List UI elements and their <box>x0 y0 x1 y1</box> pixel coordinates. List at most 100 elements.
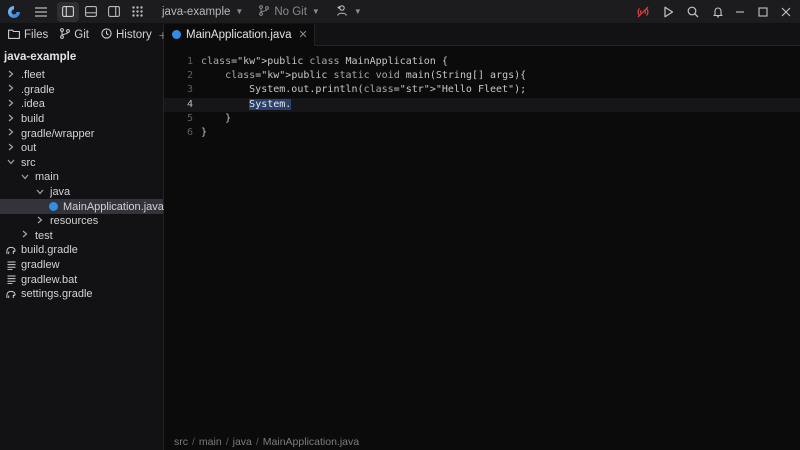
code-editor[interactable]: 1 class="kw">public class MainApplication… <box>164 46 800 432</box>
breadcrumb-item[interactable]: java <box>233 436 252 448</box>
window-controls <box>729 0 800 24</box>
tree-item[interactable]: src <box>0 156 163 171</box>
git-branch-icon <box>259 4 270 19</box>
chevron-right-icon <box>6 99 16 110</box>
gradle-elephant-icon <box>6 245 16 255</box>
title-bar: java-example ▼ No Git ▼ ▼ <box>0 0 800 24</box>
breadcrumb-separator: / <box>192 436 195 448</box>
git-branch-label: No Git <box>274 5 307 18</box>
run-icon[interactable] <box>657 2 679 22</box>
code-line[interactable]: 4 System. <box>164 97 800 112</box>
code-text: class="kw">public static void main(Strin… <box>225 70 527 82</box>
fleet-logo-icon[interactable] <box>3 2 25 22</box>
chevron-right-icon <box>6 143 16 154</box>
broadcast-icon[interactable] <box>632 2 654 22</box>
tree-item[interactable]: test <box>0 229 163 244</box>
add-user-dropdown[interactable]: ▼ <box>330 2 368 22</box>
toggle-left-panel-icon[interactable] <box>57 1 79 22</box>
editor-tab-label: MainApplication.java <box>186 28 292 41</box>
tree-item[interactable]: gradlew <box>0 258 163 273</box>
line-number: 4 <box>186 98 193 110</box>
tree-item[interactable]: build.gradle <box>0 243 163 258</box>
close-window-icon[interactable] <box>775 0 797 24</box>
breadcrumb-separator: / <box>225 436 229 448</box>
text-file-icon <box>6 275 16 285</box>
notifications-bell-icon[interactable] <box>707 2 729 22</box>
git-branch-dropdown[interactable]: No Git ▼ <box>253 2 326 22</box>
code-line[interactable]: 2 class="kw">public static void main(Str… <box>164 69 800 83</box>
code-text: System. <box>249 98 292 110</box>
editor-tab-bar: MainApplication.java ✕ <box>164 23 800 46</box>
tree-item-label: java <box>50 186 71 199</box>
maximize-icon[interactable] <box>752 0 774 24</box>
apps-grid-icon[interactable] <box>126 2 148 22</box>
project-switcher-label: java-example <box>162 5 231 18</box>
chevron-right-icon <box>20 230 30 241</box>
line-number: 1 <box>186 56 193 67</box>
tab-git[interactable]: Git <box>55 25 94 45</box>
code-line[interactable]: 6} <box>164 126 800 140</box>
tree-item-label: out <box>21 142 37 155</box>
tree-item-label: MainApplication.java <box>63 200 164 213</box>
tree-item[interactable]: resources <box>0 214 163 229</box>
titlebar-actions <box>632 2 729 22</box>
line-number: 6 <box>186 127 193 138</box>
git-branch-icon <box>60 28 71 42</box>
toggle-bottom-panel-icon[interactable] <box>80 2 102 22</box>
code-line[interactable]: 1 class="kw">public class MainApplication… <box>164 55 800 69</box>
line-number: 5 <box>186 112 193 124</box>
tree-item[interactable]: gradlew.bat <box>0 272 163 287</box>
tree-item-label: gradle/wrapper <box>21 127 95 140</box>
tab-main-application[interactable]: MainApplication.java ✕ <box>164 23 315 46</box>
tree-item-label: test <box>35 229 53 242</box>
chevron-down-icon <box>6 157 16 168</box>
chevron-down-icon: ▼ <box>235 7 244 16</box>
tree-item-label: settings.gradle <box>21 288 93 301</box>
chevron-right-icon <box>6 128 16 139</box>
tree-item[interactable]: .fleet <box>0 68 163 83</box>
tree-item[interactable]: .idea <box>0 97 163 112</box>
tree-item[interactable]: .gradle <box>0 83 163 98</box>
tree-item-label: gradlew.bat <box>21 273 78 286</box>
tree-item[interactable]: main <box>0 170 163 185</box>
chevron-down-icon <box>35 187 45 198</box>
chevron-down-icon: ▼ <box>353 7 362 16</box>
minimize-icon[interactable] <box>729 0 751 24</box>
tree-item-label: main <box>35 171 59 184</box>
breadcrumb-item[interactable]: src <box>174 436 188 448</box>
history-clock-icon <box>101 28 112 42</box>
tab-history[interactable]: History <box>96 25 157 45</box>
breadcrumb: src / main / java / MainApplication.java <box>174 436 359 448</box>
code-line[interactable]: 5 } <box>164 112 800 126</box>
tree-item[interactable]: MainApplication.java <box>0 199 164 214</box>
sidebar-tabs: Files Git History + <box>0 24 167 46</box>
chevron-right-icon <box>6 70 16 81</box>
code-text: class="kw">public class MainApplication … <box>201 56 448 67</box>
tab-files[interactable]: Files <box>3 25 53 45</box>
tree-item[interactable]: gradle/wrapper <box>0 126 163 141</box>
tab-history-label: History <box>115 29 152 41</box>
tree-item[interactable]: build <box>0 112 163 127</box>
main-menu-icon[interactable] <box>30 2 52 22</box>
line-number: 2 <box>186 70 193 82</box>
tree-item[interactable]: java <box>0 185 163 200</box>
close-tab-icon[interactable]: ✕ <box>298 28 307 41</box>
gradle-elephant-icon <box>6 289 16 299</box>
tree-item[interactable]: out <box>0 141 163 156</box>
search-icon[interactable] <box>682 2 704 22</box>
chevron-right-icon <box>6 114 16 125</box>
code-line[interactable]: 3 System.out.println(class="str">"Hello … <box>164 83 800 97</box>
tree-item-label: gradlew <box>21 259 60 272</box>
tree-item[interactable]: settings.gradle <box>0 287 163 302</box>
tab-files-label: Files <box>24 29 49 41</box>
toggle-right-panel-icon[interactable] <box>103 2 125 22</box>
folder-icon <box>8 29 20 42</box>
breadcrumb-item[interactable]: MainApplication.java <box>263 436 359 448</box>
breadcrumb-item[interactable]: main <box>199 436 222 448</box>
project-switcher-dropdown[interactable]: java-example ▼ <box>156 2 249 22</box>
tree-item-label: build.gradle <box>21 244 78 257</box>
code-text: System.out.println(class="str">"Hello Fl… <box>201 84 527 96</box>
tab-git-label: Git <box>74 29 89 41</box>
line-number: 3 <box>186 84 193 96</box>
breadcrumb-separator: / <box>255 436 259 448</box>
